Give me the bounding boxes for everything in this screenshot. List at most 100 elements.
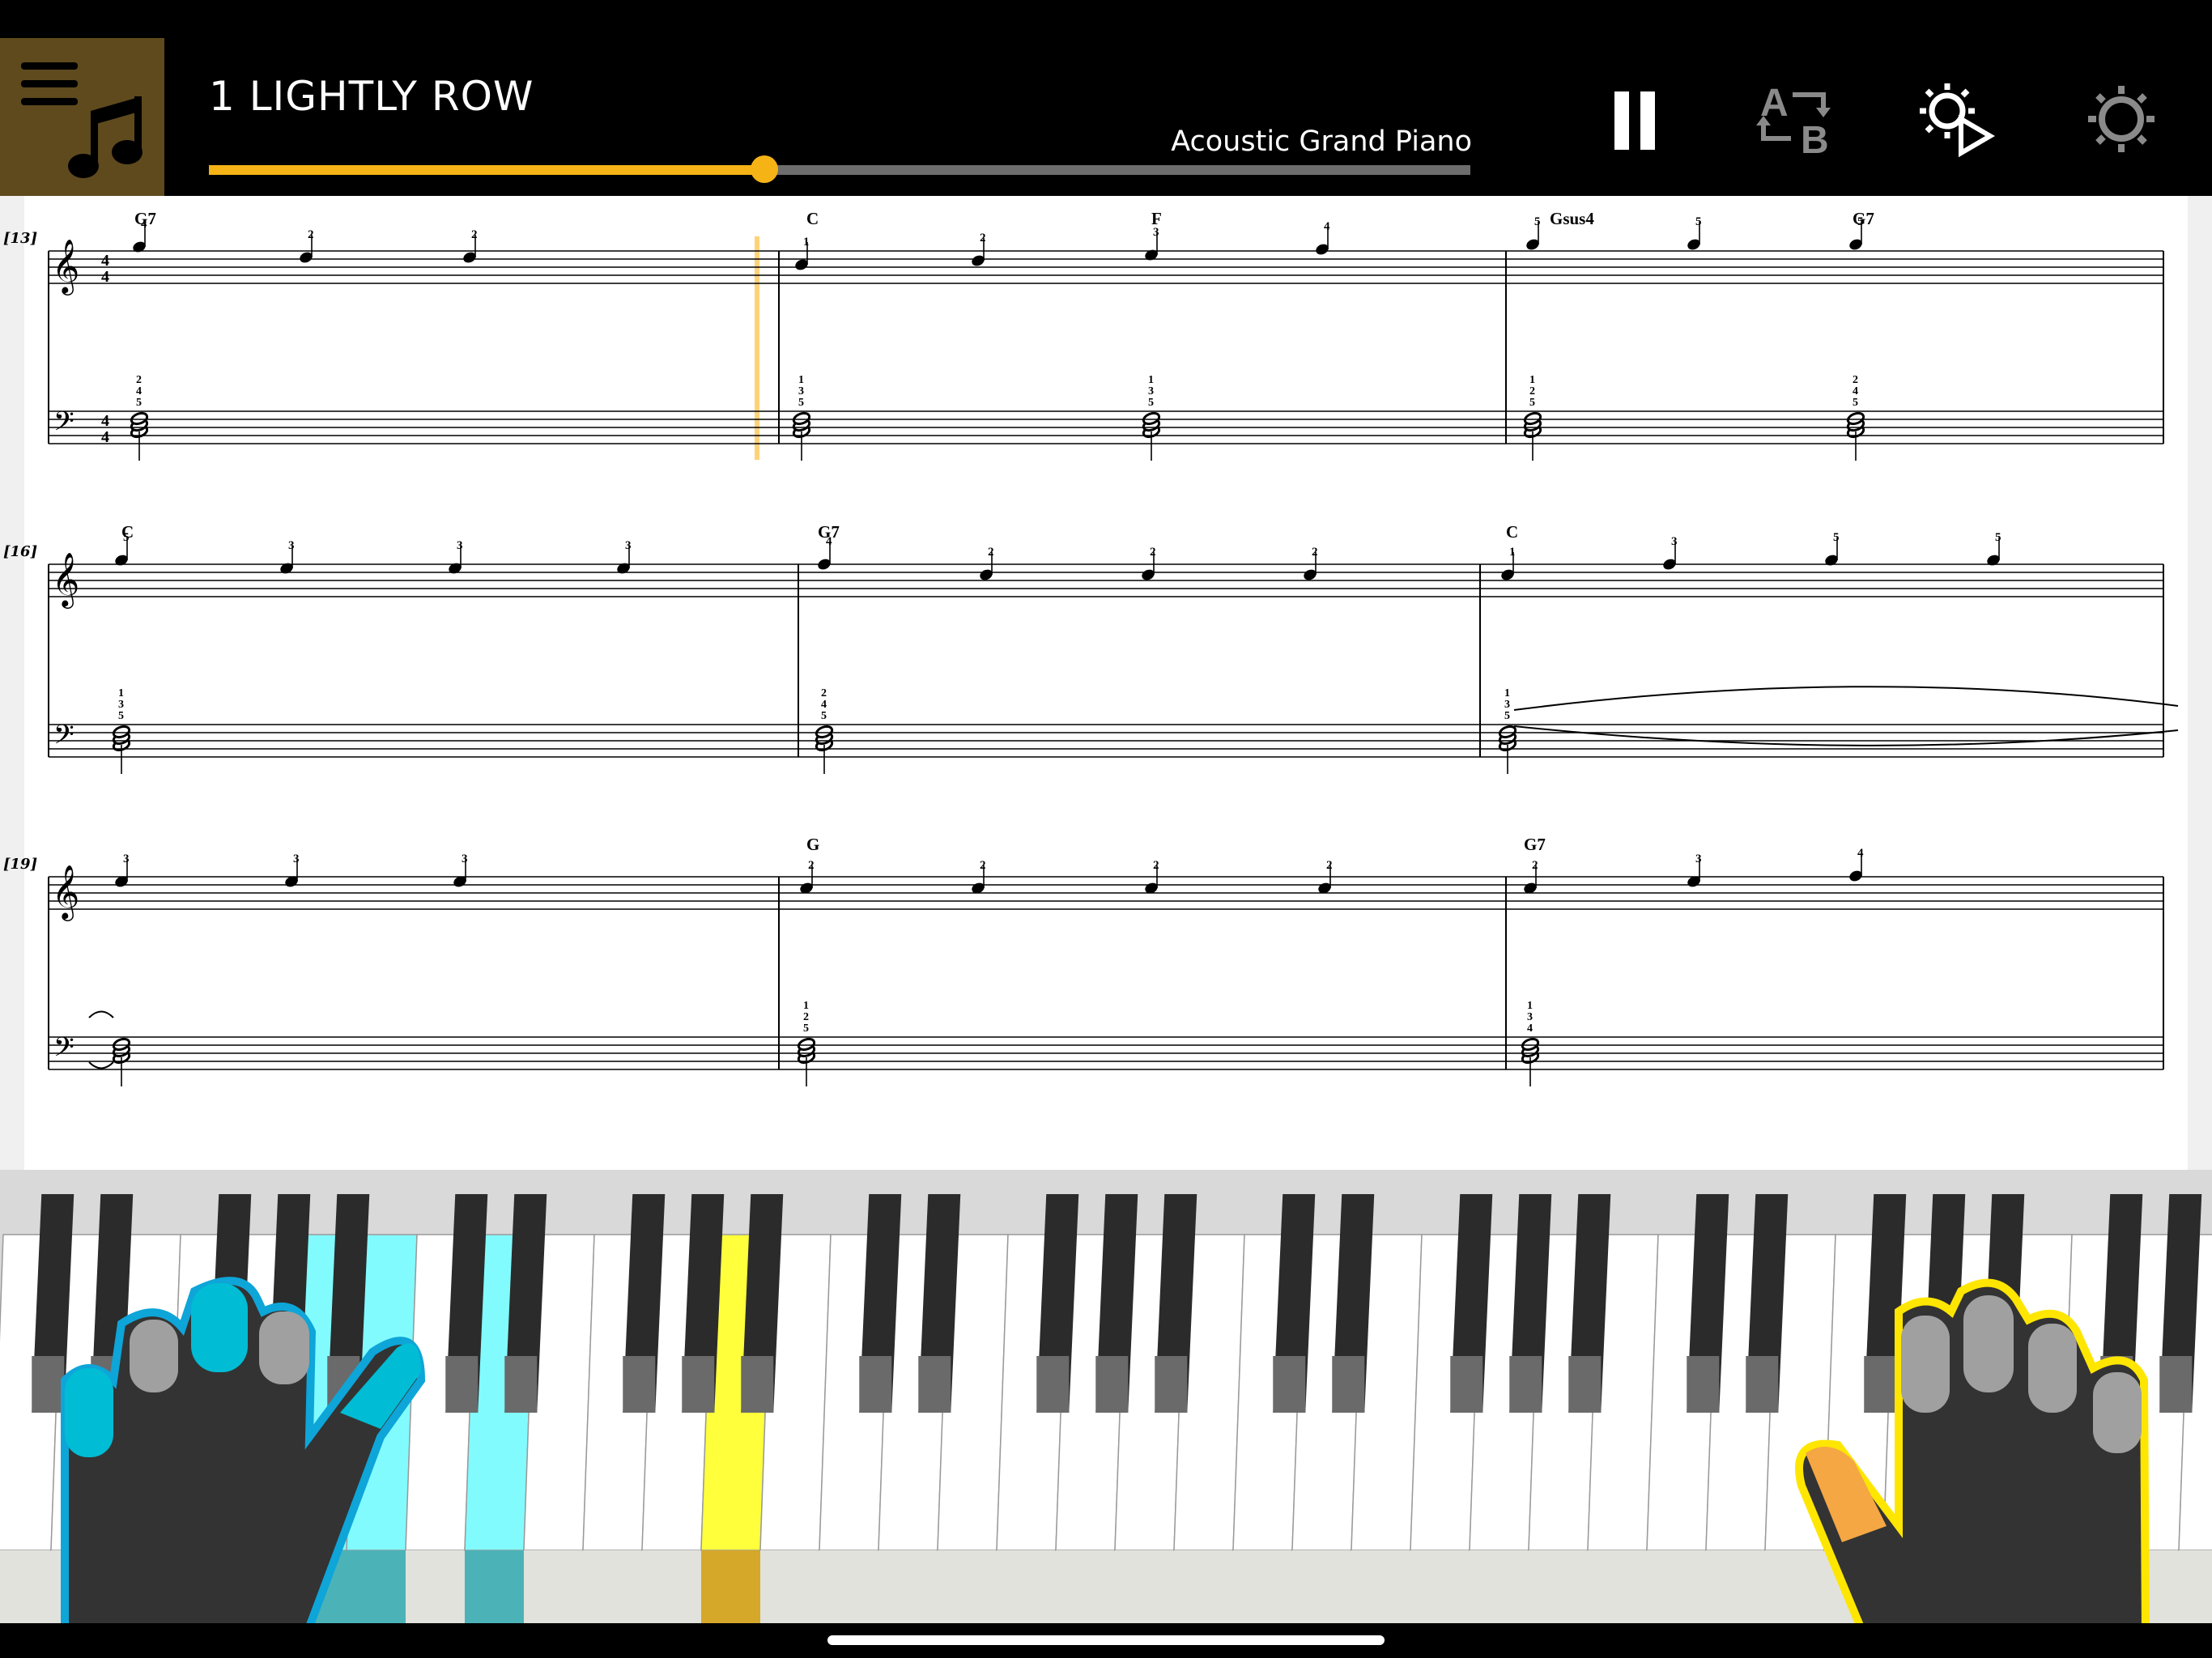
fingering-number: 5	[1534, 215, 1541, 228]
bass-clef-icon: 𝄢	[53, 1032, 74, 1069]
black-key-front	[1568, 1356, 1602, 1413]
fingering-number: 1	[1504, 687, 1510, 699]
sheet-music[interactable]: [13] 𝄞 𝄢 4 4 4 4 G7 C F Gsus4 G7 4 2 2 1 2 3 4 5 5 5 2 4 5 1 3 5 1 3 5…	[0, 196, 2212, 1170]
fingering-number: 2	[471, 228, 478, 241]
white-key-front	[1174, 1550, 1233, 1623]
black-key-front	[1095, 1356, 1129, 1413]
progress-knob[interactable]	[750, 155, 778, 183]
measure-number: [16]	[3, 543, 37, 560]
fingering-number: 2	[136, 374, 142, 386]
white-key-front	[1292, 1550, 1351, 1623]
fingering-number: 2	[988, 546, 994, 559]
fingering-number: 5	[1853, 397, 1858, 409]
white-key-front	[1470, 1550, 1529, 1623]
fingering-number: 2	[821, 687, 827, 699]
white-key-front	[524, 1550, 583, 1623]
fingering-number: 3	[1671, 535, 1678, 548]
white-key-front	[0, 1550, 51, 1623]
fingering-number: 1	[798, 374, 804, 386]
black-key-front	[1864, 1356, 1897, 1413]
right-finger-tip	[2028, 1324, 2077, 1413]
fingering-number: 1	[1148, 374, 1154, 386]
fingering-number: 3	[118, 699, 124, 711]
fingering-number: 4	[136, 385, 142, 397]
fingering-number: 1	[1509, 546, 1516, 559]
black-key-front	[1036, 1356, 1070, 1413]
measure-number: [13]	[3, 230, 37, 247]
chord-symbol: C	[806, 209, 819, 228]
top-bar: 1 LIGHTLY ROW Acoustic Grand Piano A B	[0, 0, 2212, 196]
ab-repeat-icon: A B	[1756, 82, 1831, 162]
gear-icon	[2088, 86, 2155, 152]
fingering-number: 5	[803, 1022, 809, 1035]
white-key-front	[1765, 1550, 1824, 1623]
instrument-name[interactable]: Acoustic Grand Piano	[1171, 125, 1472, 158]
fingering-number: 5	[1857, 215, 1864, 228]
playback-cursor	[755, 236, 759, 460]
chord-symbol: G7	[1524, 835, 1546, 854]
song-title: 1 LIGHTLY ROW	[209, 73, 534, 120]
fingering-number: 2	[803, 1011, 809, 1023]
bass-clef-icon: 𝄢	[53, 406, 74, 444]
black-key-front	[918, 1356, 951, 1413]
white-key-front	[642, 1550, 701, 1623]
fingering-number: 2	[1150, 546, 1156, 559]
fingering-number: 3	[1504, 699, 1510, 711]
black-key-front	[682, 1356, 715, 1413]
white-key-front	[1056, 1550, 1115, 1623]
piano-keyboard[interactable]	[0, 1170, 2212, 1635]
white-key-front	[583, 1550, 642, 1623]
fingering-number: 4	[1324, 220, 1330, 233]
menu-button[interactable]	[0, 38, 164, 196]
white-key-front	[1233, 1550, 1292, 1623]
white-key-front	[938, 1550, 997, 1623]
keyboard-canvas	[0, 1170, 2212, 1635]
fingering-number: 3	[293, 852, 300, 865]
pause-icon	[1614, 91, 1655, 150]
fingering-number: 1	[118, 687, 124, 699]
bass-clef-icon: 𝄢	[53, 720, 74, 757]
progress-bar[interactable]	[209, 155, 1470, 183]
fingering-number: 5	[1504, 710, 1510, 722]
score-page	[24, 196, 2188, 1170]
white-key-front	[2179, 1550, 2212, 1623]
fingering-number: 3	[1695, 852, 1702, 865]
fingering-number: 3	[625, 539, 632, 552]
fingering-number: 5	[136, 397, 142, 409]
right-finger-tip	[2093, 1372, 2142, 1453]
white-key-front	[760, 1550, 819, 1623]
right-finger-tip	[1901, 1316, 1950, 1413]
white-key-front	[1706, 1550, 1765, 1623]
svg-text:B: B	[1801, 119, 1829, 162]
black-key-front	[32, 1356, 65, 1413]
black-key-front	[1509, 1356, 1542, 1413]
fingering-number: 4	[141, 218, 147, 231]
black-key-front	[1450, 1356, 1483, 1413]
fingering-number: 1	[803, 1000, 809, 1012]
left-thumb-tip	[65, 1368, 113, 1457]
white-key-front	[819, 1550, 878, 1623]
fingering-number: 2	[808, 859, 815, 872]
fingering-number: 5	[821, 710, 827, 722]
left-finger-tip	[130, 1320, 178, 1392]
ab-repeat-button[interactable]: A B	[1749, 77, 1846, 166]
fingering-number: 1	[803, 236, 810, 249]
black-key-front	[504, 1356, 538, 1413]
playback-settings-button[interactable]	[1911, 77, 2008, 166]
fingering-number: 3	[457, 539, 463, 552]
menu-music-icon	[21, 62, 143, 178]
score-canvas: [13] 𝄞𝄢4444G7 C F Gsus4 G742 21 2 3 4 5 5 5245135135…	[0, 196, 2212, 1170]
white-key-front	[878, 1550, 938, 1623]
fingering-number: 1	[1527, 1000, 1533, 1012]
settings-button[interactable]	[2073, 77, 2170, 166]
fingering-number: 2	[1853, 374, 1858, 386]
pause-button[interactable]	[1587, 77, 1684, 166]
chord-symbol: C	[1506, 522, 1518, 542]
white-key-front	[347, 1550, 406, 1623]
fingering-number: 5	[118, 710, 124, 722]
white-key-front	[1351, 1550, 1410, 1623]
fingering-number: 3	[798, 385, 804, 397]
fingering-number: 2	[308, 228, 314, 241]
fingering-number: 5	[1995, 531, 2001, 544]
fingering-number: 3	[462, 852, 468, 865]
